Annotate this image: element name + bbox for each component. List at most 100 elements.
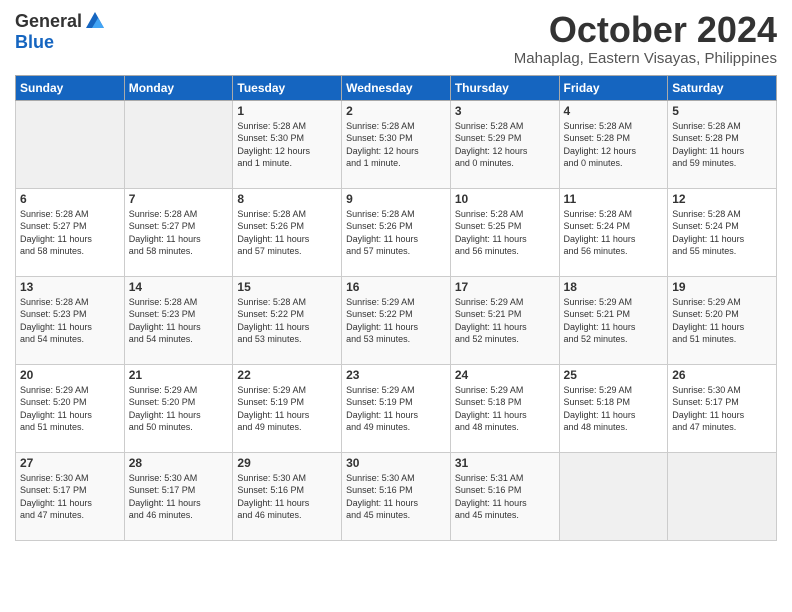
calendar-cell (559, 452, 668, 540)
day-number: 8 (237, 192, 337, 206)
calendar-table: Sunday Monday Tuesday Wednesday Thursday… (15, 75, 777, 541)
calendar-cell: 4 Sunrise: 5:28 AM Sunset: 5:28 PM Daylig… (559, 100, 668, 188)
day-info: Sunrise: 5:28 AM Sunset: 5:29 PM Dayligh… (455, 120, 555, 170)
day-number: 11 (564, 192, 664, 206)
day-number: 18 (564, 280, 664, 294)
day-info: Sunrise: 5:28 AM Sunset: 5:24 PM Dayligh… (564, 208, 664, 258)
day-number: 13 (20, 280, 120, 294)
calendar-cell: 16 Sunrise: 5:29 AM Sunset: 5:22 PM Dayli… (342, 276, 451, 364)
calendar-cell: 12 Sunrise: 5:28 AM Sunset: 5:24 PM Dayli… (668, 188, 777, 276)
location-subtitle: Mahaplag, Eastern Visayas, Philippines (514, 50, 777, 67)
day-info: Sunrise: 5:28 AM Sunset: 5:23 PM Dayligh… (129, 296, 229, 346)
day-info: Sunrise: 5:28 AM Sunset: 5:28 PM Dayligh… (564, 120, 664, 170)
calendar-cell: 24 Sunrise: 5:29 AM Sunset: 5:18 PM Dayli… (450, 364, 559, 452)
day-info: Sunrise: 5:29 AM Sunset: 5:19 PM Dayligh… (237, 384, 337, 434)
day-info: Sunrise: 5:28 AM Sunset: 5:26 PM Dayligh… (346, 208, 446, 258)
day-number: 31 (455, 456, 555, 470)
day-number: 12 (672, 192, 772, 206)
day-info: Sunrise: 5:29 AM Sunset: 5:19 PM Dayligh… (346, 384, 446, 434)
calendar-cell: 28 Sunrise: 5:30 AM Sunset: 5:17 PM Dayli… (124, 452, 233, 540)
calendar-cell: 9 Sunrise: 5:28 AM Sunset: 5:26 PM Daylig… (342, 188, 451, 276)
day-number: 15 (237, 280, 337, 294)
logo-blue-text: Blue (15, 32, 54, 53)
col-sunday: Sunday (16, 75, 125, 100)
calendar-cell: 13 Sunrise: 5:28 AM Sunset: 5:23 PM Dayli… (16, 276, 125, 364)
day-info: Sunrise: 5:31 AM Sunset: 5:16 PM Dayligh… (455, 472, 555, 522)
col-thursday: Thursday (450, 75, 559, 100)
day-number: 24 (455, 368, 555, 382)
day-info: Sunrise: 5:28 AM Sunset: 5:26 PM Dayligh… (237, 208, 337, 258)
day-info: Sunrise: 5:28 AM Sunset: 5:24 PM Dayligh… (672, 208, 772, 258)
day-info: Sunrise: 5:28 AM Sunset: 5:23 PM Dayligh… (20, 296, 120, 346)
day-number: 20 (20, 368, 120, 382)
calendar-cell: 5Sunrise: 5:28 AM Sunset: 5:28 PM Daylig… (668, 100, 777, 188)
calendar-cell: 25 Sunrise: 5:29 AM Sunset: 5:18 PM Dayli… (559, 364, 668, 452)
calendar-cell: 20 Sunrise: 5:29 AM Sunset: 5:20 PM Dayli… (16, 364, 125, 452)
calendar-week-row: 20 Sunrise: 5:29 AM Sunset: 5:20 PM Dayli… (16, 364, 777, 452)
day-number: 25 (564, 368, 664, 382)
calendar-cell: 15 Sunrise: 5:28 AM Sunset: 5:22 PM Dayli… (233, 276, 342, 364)
day-number: 4 (564, 104, 664, 118)
day-number: 6 (20, 192, 120, 206)
day-number: 28 (129, 456, 229, 470)
day-number: 1 (237, 104, 337, 118)
col-saturday: Saturday (668, 75, 777, 100)
col-monday: Monday (124, 75, 233, 100)
calendar-cell: 11 Sunrise: 5:28 AM Sunset: 5:24 PM Dayli… (559, 188, 668, 276)
calendar-cell: 22 Sunrise: 5:29 AM Sunset: 5:19 PM Dayli… (233, 364, 342, 452)
day-number: 3 (455, 104, 555, 118)
calendar-cell: 2 Sunrise: 5:28 AM Sunset: 5:30 PM Daylig… (342, 100, 451, 188)
calendar-cell: 6 Sunrise: 5:28 AM Sunset: 5:27 PM Daylig… (16, 188, 125, 276)
day-info: Sunrise: 5:29 AM Sunset: 5:18 PM Dayligh… (564, 384, 664, 434)
calendar-week-row: 1 Sunrise: 5:28 AM Sunset: 5:30 PM Daylig… (16, 100, 777, 188)
day-number: 9 (346, 192, 446, 206)
col-friday: Friday (559, 75, 668, 100)
day-number: 26 (672, 368, 772, 382)
day-info: Sunrise: 5:30 AM Sunset: 5:17 PM Dayligh… (672, 384, 772, 434)
day-info: Sunrise: 5:29 AM Sunset: 5:21 PM Dayligh… (455, 296, 555, 346)
day-number: 27 (20, 456, 120, 470)
calendar-cell (124, 100, 233, 188)
day-info: Sunrise: 5:28 AM Sunset: 5:28 PM Dayligh… (672, 120, 772, 170)
day-info: Sunrise: 5:29 AM Sunset: 5:20 PM Dayligh… (20, 384, 120, 434)
day-number: 23 (346, 368, 446, 382)
day-number: 21 (129, 368, 229, 382)
logo-general-text: General (15, 11, 82, 32)
day-info: Sunrise: 5:28 AM Sunset: 5:30 PM Dayligh… (346, 120, 446, 170)
day-number: 16 (346, 280, 446, 294)
day-info: Sunrise: 5:29 AM Sunset: 5:20 PM Dayligh… (672, 296, 772, 346)
calendar-cell: 21Sunrise: 5:29 AM Sunset: 5:20 PM Dayli… (124, 364, 233, 452)
calendar-cell: 17Sunrise: 5:29 AM Sunset: 5:21 PM Dayli… (450, 276, 559, 364)
calendar-cell: 10Sunrise: 5:28 AM Sunset: 5:25 PM Dayli… (450, 188, 559, 276)
day-info: Sunrise: 5:30 AM Sunset: 5:17 PM Dayligh… (20, 472, 120, 522)
day-info: Sunrise: 5:28 AM Sunset: 5:30 PM Dayligh… (237, 120, 337, 170)
day-number: 22 (237, 368, 337, 382)
day-info: Sunrise: 5:28 AM Sunset: 5:27 PM Dayligh… (129, 208, 229, 258)
calendar-week-row: 27 Sunrise: 5:30 AM Sunset: 5:17 PM Dayli… (16, 452, 777, 540)
calendar-header-row: Sunday Monday Tuesday Wednesday Thursday… (16, 75, 777, 100)
day-info: Sunrise: 5:30 AM Sunset: 5:16 PM Dayligh… (237, 472, 337, 522)
calendar-week-row: 6 Sunrise: 5:28 AM Sunset: 5:27 PM Daylig… (16, 188, 777, 276)
calendar-cell: 1 Sunrise: 5:28 AM Sunset: 5:30 PM Daylig… (233, 100, 342, 188)
day-number: 7 (129, 192, 229, 206)
day-info: Sunrise: 5:29 AM Sunset: 5:22 PM Dayligh… (346, 296, 446, 346)
calendar-week-row: 13 Sunrise: 5:28 AM Sunset: 5:23 PM Dayli… (16, 276, 777, 364)
calendar-cell (668, 452, 777, 540)
day-info: Sunrise: 5:30 AM Sunset: 5:17 PM Dayligh… (129, 472, 229, 522)
calendar-cell: 7 Sunrise: 5:28 AM Sunset: 5:27 PM Daylig… (124, 188, 233, 276)
day-info: Sunrise: 5:28 AM Sunset: 5:25 PM Dayligh… (455, 208, 555, 258)
day-info: Sunrise: 5:28 AM Sunset: 5:27 PM Dayligh… (20, 208, 120, 258)
calendar-cell: 8 Sunrise: 5:28 AM Sunset: 5:26 PM Daylig… (233, 188, 342, 276)
calendar-cell: 29Sunrise: 5:30 AM Sunset: 5:16 PM Dayli… (233, 452, 342, 540)
calendar-cell: 30Sunrise: 5:30 AM Sunset: 5:16 PM Dayli… (342, 452, 451, 540)
month-title: October 2024 (514, 10, 777, 50)
calendar-cell: 31 Sunrise: 5:31 AM Sunset: 5:16 PM Dayli… (450, 452, 559, 540)
calendar-cell (16, 100, 125, 188)
calendar-cell: 14 Sunrise: 5:28 AM Sunset: 5:23 PM Dayli… (124, 276, 233, 364)
day-number: 14 (129, 280, 229, 294)
day-info: Sunrise: 5:29 AM Sunset: 5:18 PM Dayligh… (455, 384, 555, 434)
day-info: Sunrise: 5:30 AM Sunset: 5:16 PM Dayligh… (346, 472, 446, 522)
logo: General Blue (15, 10, 106, 53)
day-number: 2 (346, 104, 446, 118)
day-info: Sunrise: 5:28 AM Sunset: 5:22 PM Dayligh… (237, 296, 337, 346)
